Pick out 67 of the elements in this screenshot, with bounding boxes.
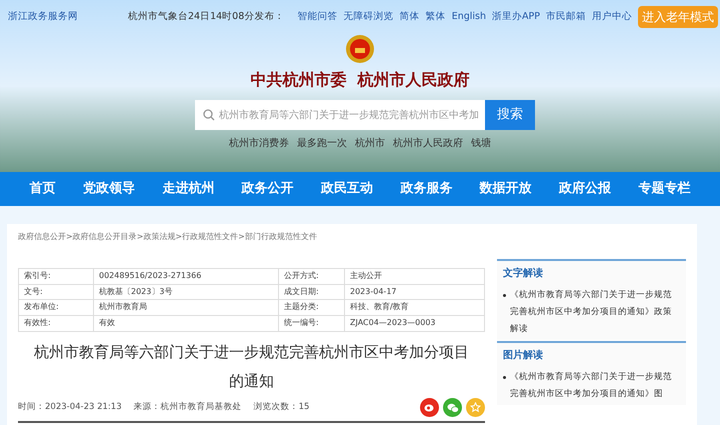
publish-time: 时间：2023-04-23 21:13 [18, 401, 122, 414]
search-button[interactable]: 搜索 [485, 100, 535, 130]
hot-word-link[interactable]: 钱塘 [471, 136, 491, 151]
top-link[interactable]: 繁体 [426, 10, 446, 24]
table-cell: 主题分类: [279, 300, 345, 314]
table-cell: 杭教基〔2023〕3号 [94, 284, 279, 299]
table-cell: 文号: [19, 284, 94, 299]
table-cell-text: ZJAC04—2023—0003 [349, 317, 437, 330]
table-cell: 公开方式: [279, 269, 345, 284]
table-cell: 002489516/2023-271366 [94, 269, 279, 284]
sidebar-link[interactable]: 《杭州市教育局等六部门关于进一步规范完善杭州市区中考加分项目的通知》政策解读 [510, 287, 680, 338]
nav-item[interactable]: 政务公开 [242, 179, 294, 199]
top-link[interactable]: 用户中心 [592, 10, 632, 24]
breadcrumb-separator: > [66, 231, 73, 243]
breadcrumb-link[interactable]: 政策法规 [143, 231, 176, 243]
wechat-share-icon[interactable] [443, 398, 462, 417]
top-link[interactable]: 简体 [400, 10, 420, 24]
bullet-icon [503, 294, 506, 297]
table-cell-text: 2023-04-17 [349, 286, 398, 298]
view-count: 浏览次数：15 [254, 401, 310, 414]
bullet-icon [503, 376, 506, 379]
source-text: 来源：杭州市教育局基教处 [134, 401, 242, 414]
top-link[interactable]: 浙里办APP [492, 10, 540, 24]
nav-item[interactable]: 政务服务 [400, 179, 452, 199]
table-cell: 有效性: [19, 316, 94, 331]
top-link[interactable]: 无障碍浏览 [344, 10, 394, 24]
nav-item[interactable]: 首页 [30, 179, 56, 199]
site-link[interactable]: 浙江政务服务网 [8, 10, 78, 24]
hot-word-link[interactable]: 杭州市消费券 [229, 136, 289, 151]
breadcrumb-link[interactable]: 政府信息公开 [18, 231, 66, 243]
emblem-icon [345, 34, 375, 64]
nav-item[interactable]: 政民互动 [320, 179, 373, 199]
article-title: 杭州市教育局等六部门关于进一步规范完善杭州市区中考加分项目的通知 [34, 343, 470, 390]
hot-word-link[interactable]: 最多跑一次 [297, 136, 347, 151]
breadcrumb-separator: > [136, 231, 144, 243]
hot-word-link[interactable]: 杭州市 [355, 136, 385, 151]
hot-word-link[interactable]: 杭州市人民政府 [393, 136, 463, 151]
sidebar-link[interactable]: 《杭州市教育局等六部门关于进一步规范完善杭州市区中考加分项目的通知》图 [510, 369, 680, 403]
breadcrumb-separator: > [238, 231, 245, 243]
table-cell: 成文日期: [279, 284, 345, 299]
table-cell-text: 主动公开 [349, 270, 383, 282]
breadcrumb-separator: > [175, 231, 182, 243]
weibo-share-icon[interactable] [420, 398, 440, 417]
table-cell: 发布单位: [19, 300, 94, 314]
table-cell-text: 科技、教育/教育 [349, 301, 410, 314]
breadcrumb-link[interactable]: 政府信息公开目录 [72, 231, 137, 243]
top-link[interactable]: 智能问答 [298, 10, 338, 24]
nav-item[interactable]: 党政领导 [82, 179, 135, 199]
top-link[interactable]: 市民邮箱 [546, 10, 586, 24]
favorite-icon[interactable] [466, 398, 486, 417]
weather-text: 杭州市气象台24日14时08分发布： [128, 10, 284, 24]
sidebar-heading: 文字解读 [503, 266, 544, 281]
table-cell: 统一编号: [279, 316, 345, 331]
breadcrumb-link[interactable]: 部门行政规范性文件 [244, 231, 317, 243]
nav-item[interactable]: 走进杭州 [162, 179, 214, 199]
nav-item[interactable]: 政府公报 [558, 179, 611, 199]
nav-item[interactable]: 数据开放 [480, 179, 532, 199]
search-field[interactable]: 杭州市教育局等六部门关于进一步规范完善杭州市区中考加 [195, 100, 485, 130]
breadcrumb-link[interactable]: 行政规范性文件 [182, 231, 238, 243]
table-cell: 杭州市教育局 [94, 300, 279, 314]
table-cell: 索引号: [19, 269, 94, 284]
table-cell: 有效 [94, 316, 279, 331]
top-link[interactable]: English [452, 10, 486, 24]
site-title: 中共杭州市委 杭州市人民政府 [250, 69, 470, 91]
sidebar-heading: 图片解读 [503, 348, 544, 363]
search-icon [203, 109, 215, 121]
nav-item[interactable]: 专题专栏 [638, 179, 690, 199]
